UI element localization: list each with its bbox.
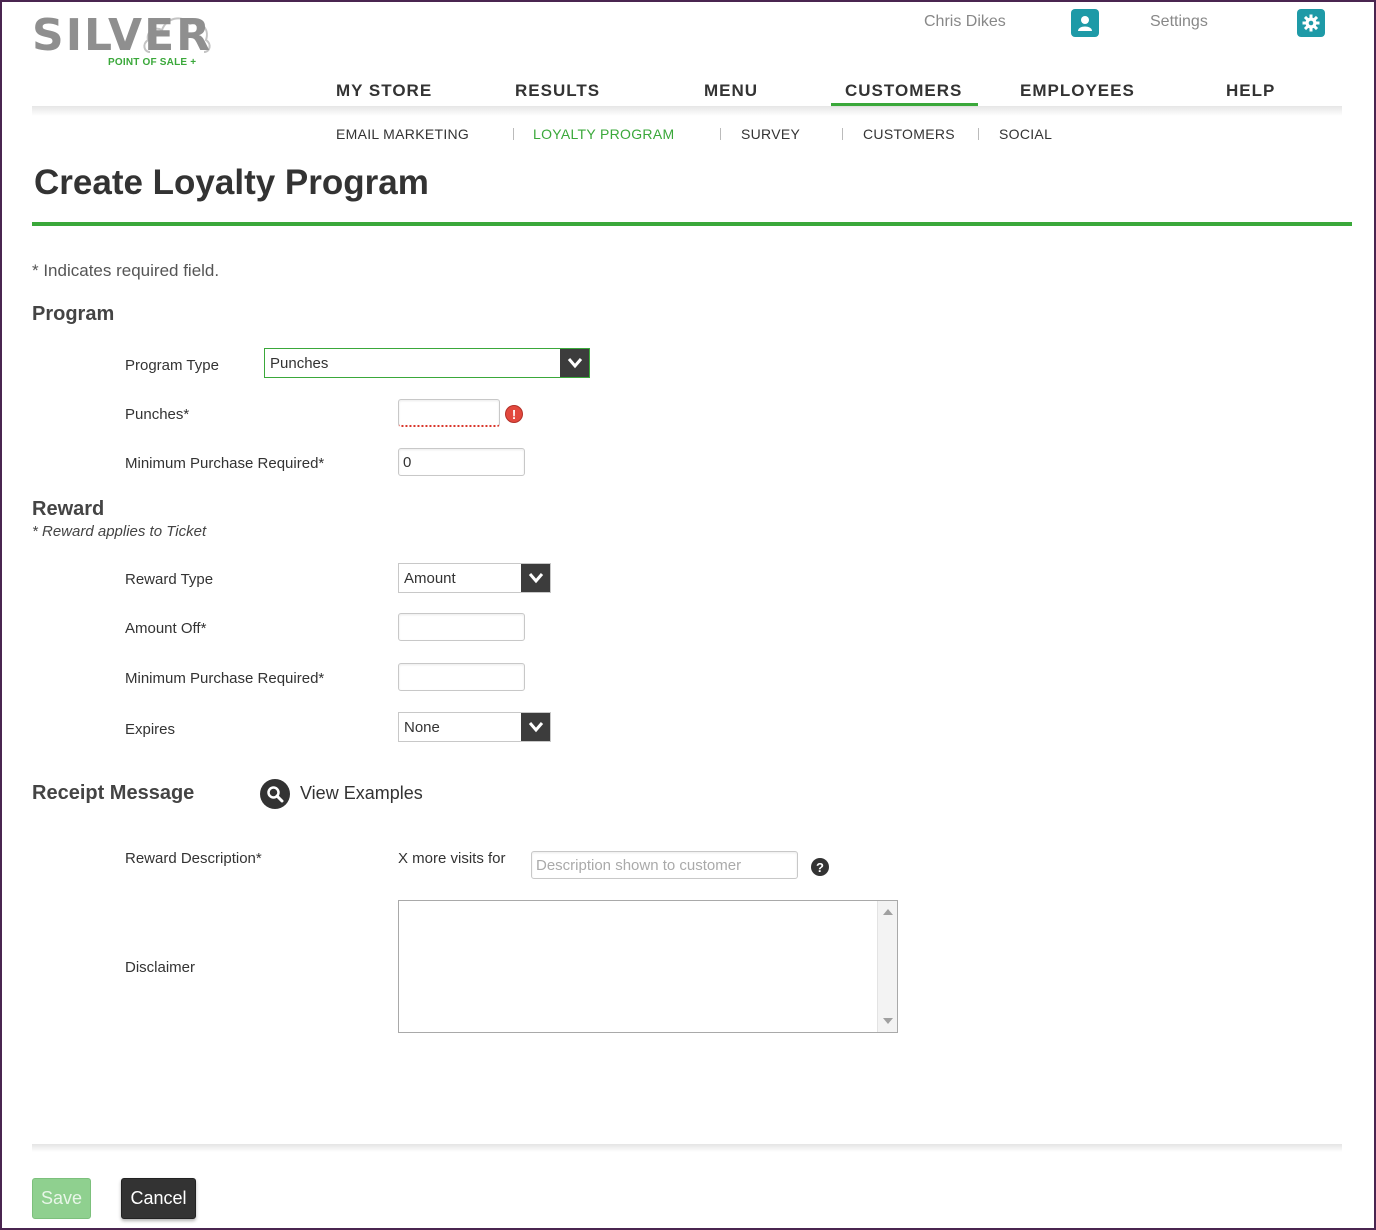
program-type-value: Punches — [270, 354, 329, 372]
expires-label: Expires — [125, 721, 176, 738]
scroll-down-icon[interactable] — [883, 1018, 893, 1024]
chevron-down-icon[interactable] — [560, 349, 589, 377]
program-heading: Program — [32, 303, 115, 325]
nav-divider — [32, 106, 1342, 116]
subnav-loyalty-program[interactable]: LOYALTY PROGRAM — [533, 126, 674, 142]
settings-link[interactable]: Settings — [1150, 13, 1208, 31]
punches-label: Punches* — [125, 406, 190, 423]
nav-customers[interactable]: CUSTOMERS — [845, 81, 962, 101]
subnav-separator — [842, 128, 843, 140]
program-type-select[interactable]: Punches — [264, 348, 590, 378]
disclaimer-label: Disclaimer — [125, 959, 196, 976]
punches-input[interactable] — [398, 399, 500, 427]
min-purchase-input[interactable] — [398, 448, 525, 476]
error-icon: ! — [505, 405, 523, 423]
page-frame: SILVER POINT OF SALE + Chris Dikes Setti… — [0, 0, 1376, 1230]
expires-select[interactable]: None — [398, 712, 551, 742]
subnav-separator — [720, 128, 721, 140]
reward-description-prefix: X more visits for — [398, 850, 506, 867]
reward-min-purchase-input[interactable] — [398, 663, 525, 691]
amount-off-label: Amount Off* — [125, 620, 207, 637]
subnav-separator — [978, 128, 979, 140]
reward-type-label: Reward Type — [125, 571, 214, 588]
save-button[interactable]: Save — [32, 1178, 91, 1219]
nav-menu[interactable]: MENU — [704, 81, 758, 101]
nav-my-store[interactable]: MY STORE — [336, 81, 432, 101]
reward-type-select[interactable]: Amount — [398, 563, 551, 593]
nav-help[interactable]: HELP — [1226, 81, 1275, 101]
disclaimer-textarea[interactable] — [398, 900, 898, 1033]
subnav-social[interactable]: SOCIAL — [999, 126, 1052, 142]
reward-note: * Reward applies to Ticket — [32, 523, 207, 540]
nav-employees[interactable]: EMPLOYEES — [1020, 81, 1135, 101]
view-examples-link[interactable]: View Examples — [300, 783, 423, 804]
nav-results[interactable]: RESULTS — [515, 81, 600, 101]
scroll-up-icon[interactable] — [883, 909, 893, 915]
reward-description-label: Reward Description* — [125, 850, 262, 867]
min-purchase-label: Minimum Purchase Required* — [125, 455, 325, 472]
page-title: Create Loyalty Program — [34, 163, 429, 202]
user-icon[interactable] — [1071, 9, 1099, 37]
search-icon[interactable] — [260, 779, 290, 809]
chevron-down-icon[interactable] — [521, 564, 550, 592]
subnav-email-marketing[interactable]: EMAIL MARKETING — [336, 126, 469, 142]
subnav-separator — [513, 128, 514, 140]
required-field-note: * Indicates required field. — [32, 261, 220, 280]
brand-tagline: POINT OF SALE + — [108, 57, 197, 68]
disclaimer-scrollbar[interactable] — [877, 901, 897, 1032]
title-divider — [32, 222, 1352, 226]
reward-heading: Reward — [32, 498, 105, 520]
reward-description-input[interactable] — [531, 851, 798, 879]
footer-divider — [32, 1144, 1342, 1152]
help-icon[interactable]: ? — [811, 858, 829, 876]
program-type-label: Program Type — [125, 357, 219, 374]
reward-min-purchase-label: Minimum Purchase Required* — [125, 670, 325, 687]
user-name[interactable]: Chris Dikes — [924, 13, 1006, 31]
chevron-down-icon[interactable] — [521, 713, 550, 741]
receipt-message-heading: Receipt Message — [32, 782, 195, 804]
gear-icon[interactable] — [1297, 9, 1325, 37]
subnav-customers[interactable]: CUSTOMERS — [863, 126, 955, 142]
brand-name: SILVER — [32, 10, 213, 61]
expires-value: None — [404, 718, 440, 736]
cancel-button[interactable]: Cancel — [121, 1178, 196, 1219]
amount-off-input[interactable] — [398, 613, 525, 641]
reward-type-value: Amount — [404, 569, 456, 587]
subnav-survey[interactable]: SURVEY — [741, 126, 800, 142]
